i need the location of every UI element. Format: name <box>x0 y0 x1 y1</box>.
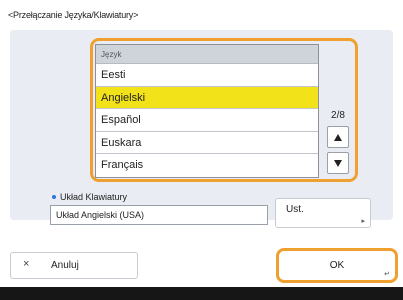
language-list-header: Język <box>96 45 318 64</box>
ok-label: OK <box>329 260 345 271</box>
close-icon: × <box>23 258 30 270</box>
enter-icon: ↵ <box>384 271 390 278</box>
scroll-down-button[interactable] <box>327 152 349 174</box>
keyboard-settings-button[interactable]: Ust. ▸ <box>275 198 371 228</box>
ok-button[interactable]: OK ↵ <box>276 248 398 283</box>
keyboard-layout-heading: Układ Klawiatury <box>52 192 127 202</box>
arrow-up-icon <box>334 133 342 141</box>
keyboard-layout-label: Układ Klawiatury <box>60 192 128 202</box>
keyboard-settings-label: Ust. <box>286 204 304 215</box>
page-indicator: 2/8 <box>331 110 345 121</box>
arrow-down-icon <box>334 159 342 167</box>
language-item-francais[interactable]: Français <box>96 154 318 177</box>
language-item-espanol[interactable]: Español <box>96 109 318 132</box>
language-item-euskara[interactable]: Euskara <box>96 132 318 155</box>
corner-mark-icon: ▸ <box>361 218 365 225</box>
keyboard-layout-field: Układ Angielski (USA) <box>50 205 268 225</box>
bullet-icon <box>52 194 56 199</box>
language-list[interactable]: Język Eesti Angielski Español Euskara Fr… <box>95 44 319 178</box>
language-item-eesti[interactable]: Eesti <box>96 64 318 87</box>
screen-title: <Przełączanie Języka/Klawiatury> <box>8 10 139 20</box>
scroll-up-button[interactable] <box>327 126 349 148</box>
language-item-angielski[interactable]: Angielski <box>96 86 318 110</box>
cancel-button[interactable]: × Anuluj <box>10 252 138 279</box>
cancel-label: Anuluj <box>51 260 79 271</box>
bottom-status-bar <box>0 287 403 300</box>
